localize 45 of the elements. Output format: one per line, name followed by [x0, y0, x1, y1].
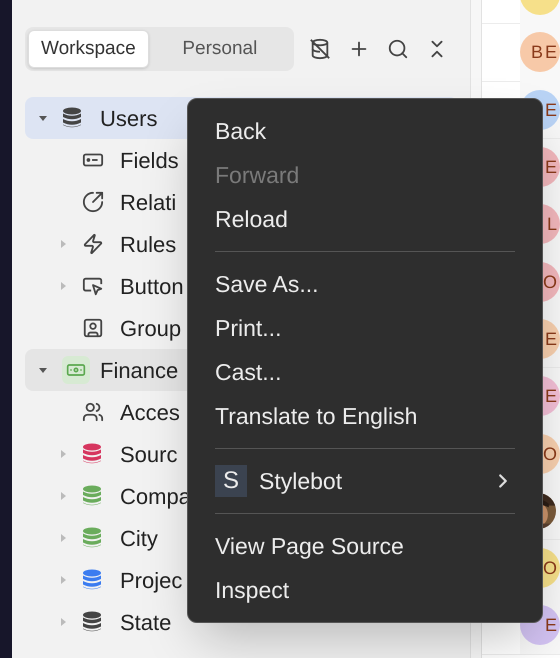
avatar-initials: E	[544, 158, 559, 176]
arrow-circle-icon	[82, 191, 104, 213]
avatar-initials: BE	[530, 43, 559, 62]
banknote-icon	[62, 356, 90, 384]
tab[interactable]: Personal	[148, 30, 291, 68]
tree-label[interactable]: Button	[120, 270, 184, 302]
avatar-initials: E	[544, 330, 559, 348]
menu-item[interactable]: View Page Source	[188, 524, 542, 568]
menu-item[interactable]: Cast...	[188, 350, 542, 394]
caret-icon[interactable]	[38, 365, 48, 375]
menu-item[interactable]: Inspect	[188, 568, 542, 612]
user-square-icon	[82, 317, 104, 339]
users-icon	[82, 401, 104, 423]
avatar-initials: O	[542, 444, 559, 463]
avatar-initials: E	[544, 100, 559, 119]
menu-item[interactable]: Save As...	[188, 262, 542, 306]
search-icon[interactable]	[387, 38, 409, 60]
lightning-icon	[82, 233, 104, 255]
tree-label[interactable]: State	[120, 606, 172, 638]
avatar-initials: E	[544, 387, 559, 406]
caret-icon[interactable]	[38, 113, 48, 123]
cursor-box-icon	[82, 275, 104, 297]
tree-label[interactable]: Fields	[120, 144, 179, 176]
menu-item[interactable]: Print...	[188, 306, 542, 350]
tree-label[interactable]: Sourc	[120, 438, 178, 470]
menu-item[interactable]: S Stylebot	[188, 459, 542, 503]
tree-label[interactable]: Acces	[120, 396, 180, 428]
extension-badge: S	[215, 465, 247, 497]
avatar-initials: O	[542, 559, 559, 578]
tree-label: Finance	[100, 356, 178, 384]
tree-label[interactable]: Group	[120, 312, 182, 344]
avatar-initials: O	[542, 272, 559, 291]
tree-label[interactable]: City	[120, 522, 158, 554]
avatar-initials: E	[544, 616, 559, 634]
database-off-icon[interactable]	[309, 38, 331, 60]
menu-item[interactable]: Back	[188, 109, 542, 153]
tree-label[interactable]: Relati	[120, 186, 176, 218]
menu-item[interactable]: Reload	[188, 197, 542, 241]
avatar-initials: L	[546, 215, 559, 234]
tree-label[interactable]: Projec	[120, 564, 182, 596]
menu-item-label: Stylebot	[259, 466, 344, 496]
tab[interactable]: Workspace	[28, 30, 149, 68]
tree-label[interactable]: Rules	[120, 228, 176, 260]
tree-label: Users	[100, 104, 158, 132]
menu-item[interactable]: Translate to English	[188, 394, 542, 438]
